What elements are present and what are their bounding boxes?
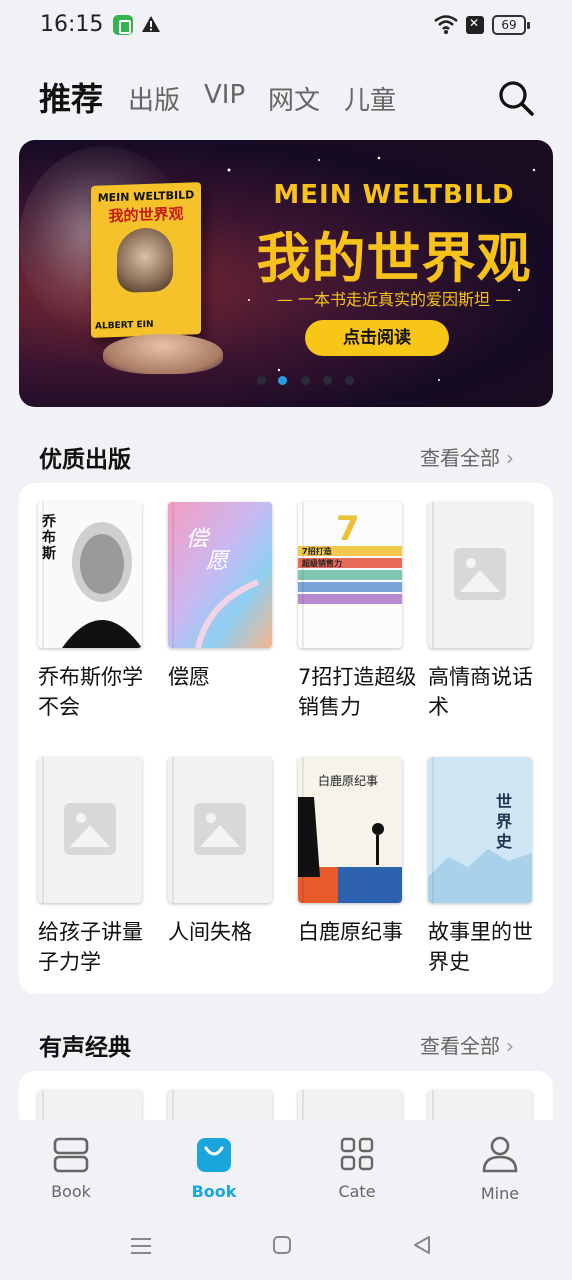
tab-publishing[interactable]: 出版: [128, 80, 180, 117]
carousel-dot-active[interactable]: [278, 376, 287, 385]
book-title: 7招打造超级销售力: [298, 665, 417, 719]
banner-book-cn-title: 我的世界观: [108, 204, 184, 226]
svg-text:世: 世: [496, 792, 512, 811]
status-bar: 16:15 69: [0, 0, 572, 52]
section-title-quality-publishing: 优质出版: [39, 447, 131, 473]
book-cover: [428, 502, 532, 648]
status-time: 16:15: [40, 12, 104, 37]
home-icon[interactable]: [272, 1235, 292, 1255]
book-cover: 偿 愿: [168, 502, 272, 648]
see-all-label: 查看全部: [420, 446, 500, 470]
svg-text:白鹿原纪事: 白鹿原纪事: [318, 773, 378, 788]
book-title: 人间失格: [168, 920, 252, 944]
sales-cover-art: 7 7招打造 超级销售力: [298, 502, 402, 648]
book-item[interactable]: 偿 愿 偿愿: [168, 502, 272, 732]
chevron-right-icon: ›: [506, 446, 514, 470]
svg-text:界: 界: [496, 812, 512, 831]
carousel-dot[interactable]: [257, 376, 266, 385]
book-grid-card: 乔 布 斯 乔布斯你学不会 偿 愿 偿愿 7 7招打造 超级销售力 7招打造超级…: [19, 483, 553, 994]
book-cover: 白鹿原纪事: [298, 757, 402, 903]
book-item[interactable]: 白鹿原纪事 白鹿原纪事: [298, 757, 403, 987]
svg-text:斯: 斯: [42, 545, 56, 562]
tab-web-novels[interactable]: 网文: [268, 80, 320, 117]
see-all-link[interactable]: 查看全部 ›: [420, 442, 514, 471]
book-item[interactable]: 乔 布 斯 乔布斯你学不会: [38, 502, 143, 732]
banner-book-author: ALBERT EIN: [95, 319, 154, 332]
grid-icon: [340, 1137, 374, 1171]
svg-text:超级销售力: 超级销售力: [301, 558, 342, 568]
image-placeholder-icon: [454, 548, 506, 600]
app-notification-icon: [113, 15, 133, 35]
hand-illustration: [103, 334, 223, 374]
book-cover-portrait: [117, 227, 173, 294]
nav-bookstore[interactable]: Book: [169, 1134, 259, 1201]
book-title: 故事里的世界史: [428, 920, 533, 974]
back-icon[interactable]: [412, 1235, 432, 1255]
book-cover: 世 界 史: [428, 757, 532, 903]
book-cover: 乔 布 斯: [38, 502, 142, 648]
promo-banner[interactable]: MEIN WELTBILD 我的世界观 ALBERT EIN MEIN WELT…: [19, 140, 553, 407]
wifi-icon: [434, 15, 458, 34]
book-item[interactable]: 世 界 史 故事里的世界史: [428, 757, 533, 987]
nfc-icon: [466, 16, 484, 34]
pastel-cover-art: 偿 愿: [168, 502, 272, 648]
banner-cn-title: 我的世界观: [256, 227, 532, 290]
section-title-audio-classics: 有声经典: [39, 1035, 131, 1061]
see-all-label: 查看全部: [420, 1034, 500, 1058]
svg-text:7: 7: [336, 509, 360, 549]
jobs-cover-art: 乔 布 斯: [38, 502, 142, 648]
search-icon[interactable]: [496, 78, 536, 118]
tab-children[interactable]: 儿童: [344, 80, 396, 117]
book-item[interactable]: 给孩子讲量子力学: [38, 757, 143, 987]
history-cover-art: 世 界 史: [428, 757, 532, 903]
image-placeholder-icon: [64, 803, 116, 855]
whitedeer-cover-art: 白鹿原纪事: [298, 757, 402, 903]
see-all-link[interactable]: 查看全部 ›: [420, 1030, 514, 1059]
battery-indicator: 69: [492, 15, 530, 35]
nav-category[interactable]: Cate: [312, 1134, 402, 1201]
svg-text:愿: 愿: [206, 549, 231, 574]
carousel-dot[interactable]: [323, 376, 332, 385]
nav-label: Book: [191, 1182, 237, 1201]
nav-bookshelf[interactable]: Book: [26, 1134, 116, 1201]
category-tabs: 推荐 出版 VIP 网文 儿童: [0, 72, 572, 126]
menu-icon[interactable]: [130, 1236, 152, 1256]
nav-label: Book: [51, 1182, 91, 1201]
carousel-dot[interactable]: [345, 376, 354, 385]
bookshelf-icon: [53, 1137, 89, 1173]
nav-label: Mine: [480, 1184, 520, 1203]
book-title: 给孩子讲量子力学: [38, 920, 143, 974]
image-placeholder-icon: [194, 803, 246, 855]
bottom-tab-bar: Book Book Cate Mine: [0, 1120, 572, 1216]
book-cover: [38, 757, 142, 903]
tab-vip[interactable]: VIP: [204, 80, 245, 110]
svg-text:史: 史: [496, 832, 513, 851]
book-item[interactable]: 7 7招打造 超级销售力 7招打造超级销售力: [298, 502, 416, 732]
svg-text:乔: 乔: [41, 513, 57, 530]
book-cover: [168, 757, 272, 903]
read-now-button[interactable]: 点击阅读: [305, 320, 449, 356]
shopping-bag-icon: [197, 1138, 231, 1172]
nav-label: Cate: [338, 1182, 376, 1201]
book-cover: 7 7招打造 超级销售力: [298, 502, 402, 648]
carousel-dot[interactable]: [301, 376, 310, 385]
book-title: 偿愿: [168, 665, 210, 689]
book-title: 高情商说话术: [428, 665, 533, 719]
svg-text:7招打造: 7招打造: [302, 546, 332, 556]
svg-text:布: 布: [42, 529, 56, 546]
banner-subtitle: — 一本书走近真实的爱因斯坦 —: [276, 290, 512, 309]
chevron-right-icon: ›: [506, 1034, 514, 1058]
tab-recommend[interactable]: 推荐: [39, 74, 103, 120]
banner-book-cover: MEIN WELTBILD 我的世界观 ALBERT EIN: [91, 182, 201, 338]
nav-mine[interactable]: Mine: [455, 1134, 545, 1203]
banner-en-title: MEIN WELTBILD: [273, 180, 515, 210]
book-item[interactable]: 人间失格: [168, 757, 272, 987]
person-icon: [482, 1136, 518, 1173]
system-nav-bar: [0, 1216, 572, 1280]
book-title: 乔布斯你学不会: [38, 665, 143, 719]
book-title: 白鹿原纪事: [298, 920, 403, 944]
warning-icon: [142, 16, 160, 32]
book-item[interactable]: 高情商说话术: [428, 502, 533, 732]
